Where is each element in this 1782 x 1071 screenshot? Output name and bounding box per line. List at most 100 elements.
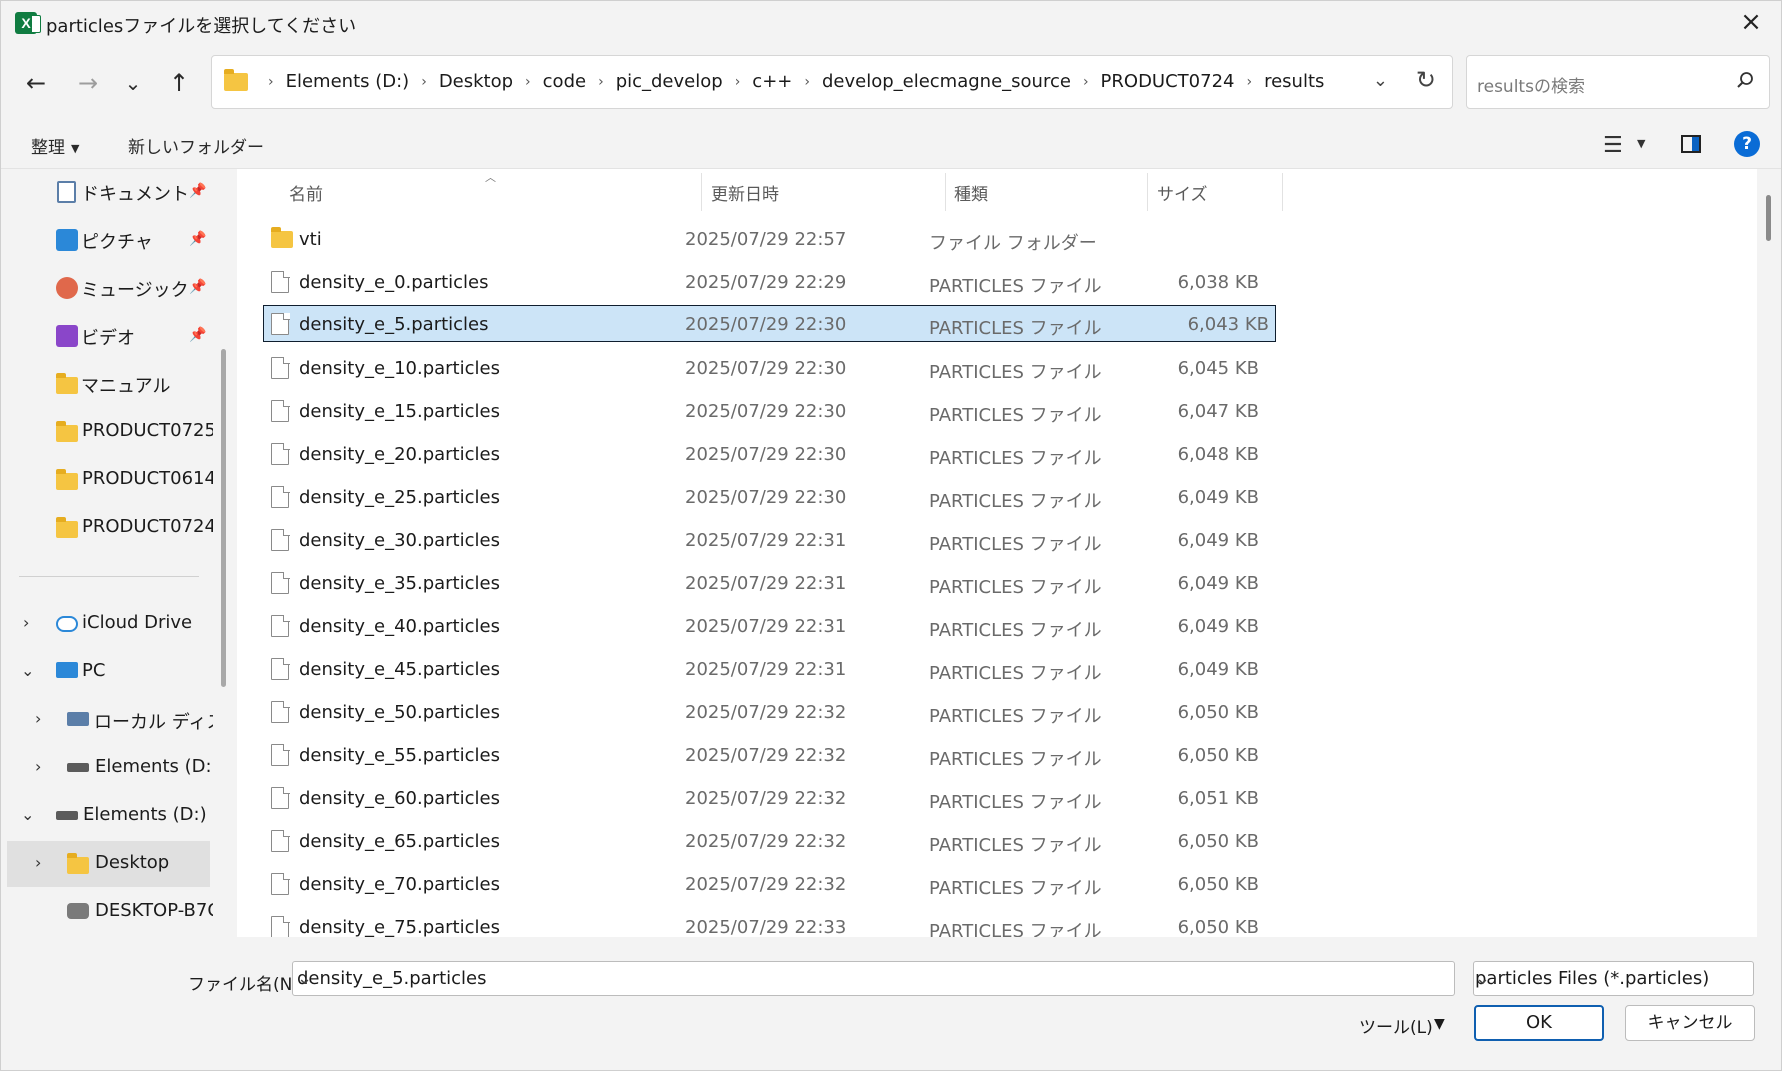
sidebar-item-icloud-drive[interactable]: › iCloud Drive	[1, 601, 213, 647]
file-row[interactable]: density_e_70.particles 2025/07/29 22:32 …	[264, 866, 1265, 903]
file-row-selected[interactable]: density_e_5.particles 2025/07/29 22:30 P…	[263, 305, 1276, 342]
file-row[interactable]: vti 2025/07/29 22:57 ファイル フォルダー	[264, 221, 1265, 258]
column-divider[interactable]	[701, 173, 702, 211]
sidebar-item-videos[interactable]: ビデオ 📌	[1, 313, 213, 359]
breadcrumb-item[interactable]: Elements (D:)	[286, 71, 410, 92]
column-divider[interactable]	[945, 173, 946, 211]
ok-button[interactable]: OK	[1474, 1005, 1604, 1041]
sidebar-item-label: PRODUCT0614	[82, 468, 213, 489]
file-row[interactable]: density_e_35.particles 2025/07/29 22:31 …	[264, 565, 1265, 602]
file-row[interactable]: density_e_20.particles 2025/07/29 22:30 …	[264, 436, 1265, 473]
file-icon	[271, 270, 290, 293]
breadcrumb-item[interactable]: develop_elecmagne_source	[822, 71, 1071, 92]
preview-pane-icon[interactable]	[1681, 135, 1701, 153]
breadcrumb-item[interactable]: results	[1264, 71, 1324, 92]
chevron-right-icon[interactable]: ›	[35, 757, 41, 776]
chevron-down-icon[interactable]: ⌄	[1475, 968, 1745, 989]
file-row[interactable]: density_e_15.particles 2025/07/29 22:30 …	[264, 393, 1265, 430]
file-date: 2025/07/29 22:30	[685, 314, 847, 335]
recent-locations-icon[interactable]: ⌄	[116, 67, 150, 101]
column-header-name[interactable]: 名前	[289, 180, 323, 222]
back-icon[interactable]: ←	[19, 67, 53, 101]
chevron-down-icon[interactable]: ⌄	[21, 805, 34, 824]
address-bar[interactable]: › Elements (D:) › Desktop › code › pic_d…	[211, 55, 1453, 109]
file-list-scrollbar[interactable]	[1766, 195, 1771, 241]
tools-button[interactable]: ツール(L)	[1359, 1013, 1433, 1038]
breadcrumb-item[interactable]: PRODUCT0724	[1101, 71, 1235, 92]
file-row[interactable]: density_e_75.particles 2025/07/29 22:33 …	[264, 909, 1265, 937]
column-divider[interactable]	[1282, 173, 1283, 211]
file-name: density_e_10.particles	[299, 358, 500, 379]
file-type: PARTICLES ファイル	[929, 835, 1102, 856]
help-icon[interactable]: ?	[1734, 131, 1760, 157]
sidebar-scrollbar[interactable]	[221, 349, 226, 687]
sidebar-item-documents[interactable]: ドキュメント 📌	[1, 169, 213, 215]
sidebar-item-music[interactable]: ミュージック 📌	[1, 265, 213, 311]
sidebar-item-elements-drive[interactable]: › Elements (D:)	[1, 745, 213, 791]
file-row[interactable]: density_e_0.particles 2025/07/29 22:29 P…	[264, 264, 1265, 301]
file-row[interactable]: density_e_60.particles 2025/07/29 22:32 …	[264, 780, 1265, 817]
file-icon	[271, 528, 290, 551]
sidebar-item-desktop[interactable]: › Desktop	[7, 841, 210, 887]
chevron-right-icon[interactable]: ›	[35, 709, 41, 728]
file-size: 6,049 KB	[1177, 573, 1259, 594]
search-box[interactable]: resultsの検索	[1466, 55, 1770, 109]
filename-input[interactable]: density_e_5.particles ⌄	[292, 961, 1455, 996]
chevron-down-icon[interactable]: ⌄	[1373, 70, 1388, 91]
file-type: PARTICLES ファイル	[929, 749, 1102, 770]
file-type-filter[interactable]: particles Files (*.particles) ⌄	[1473, 961, 1754, 996]
refresh-icon[interactable]: ↻	[1416, 66, 1436, 94]
pin-icon[interactable]: 📌	[189, 183, 206, 199]
folder-icon	[56, 373, 78, 394]
file-size: 6,051 KB	[1177, 788, 1259, 809]
pin-icon[interactable]: 📌	[189, 231, 206, 247]
cancel-button[interactable]: キャンセル	[1625, 1005, 1755, 1041]
file-icon	[271, 872, 290, 895]
sidebar-item-pc[interactable]: ⌄ PC	[1, 649, 213, 695]
caret-down-icon[interactable]: ▼	[1434, 1016, 1445, 1032]
sidebar-item-network-desktop[interactable]: DESKTOP-B7O	[1, 889, 213, 935]
chevron-down-icon[interactable]: ⌄	[21, 661, 34, 680]
sidebar-item-product0725[interactable]: PRODUCT0725	[1, 409, 213, 455]
sidebar-item-product0614[interactable]: PRODUCT0614	[1, 457, 213, 503]
pin-icon[interactable]: 📌	[189, 327, 206, 343]
file-row[interactable]: density_e_50.particles 2025/07/29 22:32 …	[264, 694, 1265, 731]
sidebar-item-local-disk[interactable]: › ローカル ディスク	[1, 697, 213, 743]
file-row[interactable]: density_e_45.particles 2025/07/29 22:31 …	[264, 651, 1265, 688]
file-row[interactable]: density_e_65.particles 2025/07/29 22:32 …	[264, 823, 1265, 860]
organize-button[interactable]: 整理 ▼	[31, 133, 79, 158]
column-header-type[interactable]: 種類	[954, 180, 988, 222]
folder-icon	[271, 227, 293, 248]
breadcrumb-item[interactable]: c++	[752, 71, 792, 92]
file-row[interactable]: density_e_10.particles 2025/07/29 22:30 …	[264, 350, 1265, 387]
sidebar-item-pictures[interactable]: ピクチャ 📌	[1, 217, 213, 263]
column-header-date[interactable]: 更新日時	[711, 180, 779, 222]
search-input[interactable]: resultsの検索	[1477, 72, 1585, 97]
forward-icon[interactable]: →	[71, 67, 105, 101]
file-row[interactable]: density_e_25.particles 2025/07/29 22:30 …	[264, 479, 1265, 516]
pin-icon[interactable]: 📌	[189, 279, 206, 295]
breadcrumb-item[interactable]: Desktop	[439, 71, 513, 92]
chevron-right-icon[interactable]: ›	[35, 853, 41, 872]
sidebar-item-label: Desktop	[95, 852, 170, 873]
breadcrumb-item[interactable]: code	[543, 71, 586, 92]
sidebar-item-manual[interactable]: マニュアル	[1, 361, 213, 407]
chevron-right-icon[interactable]: ›	[23, 613, 29, 632]
caret-down-icon[interactable]: ▼	[1637, 137, 1645, 150]
up-folder-icon[interactable]: ↑	[162, 67, 196, 101]
search-icon[interactable]	[1735, 70, 1755, 90]
chevron-down-icon[interactable]: ⌄	[297, 968, 1446, 989]
view-options-icon[interactable]: ☰	[1603, 133, 1623, 158]
new-folder-button[interactable]: 新しいフォルダー	[128, 133, 264, 158]
column-divider[interactable]	[1147, 173, 1148, 211]
file-row[interactable]: density_e_30.particles 2025/07/29 22:31 …	[264, 522, 1265, 559]
file-row[interactable]: density_e_55.particles 2025/07/29 22:32 …	[264, 737, 1265, 774]
sidebar-item-elements-drive-root[interactable]: ⌄ Elements (D:)	[1, 793, 213, 839]
file-row[interactable]: density_e_40.particles 2025/07/29 22:31 …	[264, 608, 1265, 645]
column-header-size[interactable]: サイズ	[1157, 180, 1208, 222]
file-type: PARTICLES ファイル	[929, 577, 1102, 598]
close-icon[interactable]: ×	[1737, 9, 1765, 37]
breadcrumb-item[interactable]: pic_develop	[616, 71, 723, 92]
sidebar-item-product0724[interactable]: PRODUCT0724	[1, 505, 213, 551]
file-type: PARTICLES ファイル	[929, 792, 1102, 813]
